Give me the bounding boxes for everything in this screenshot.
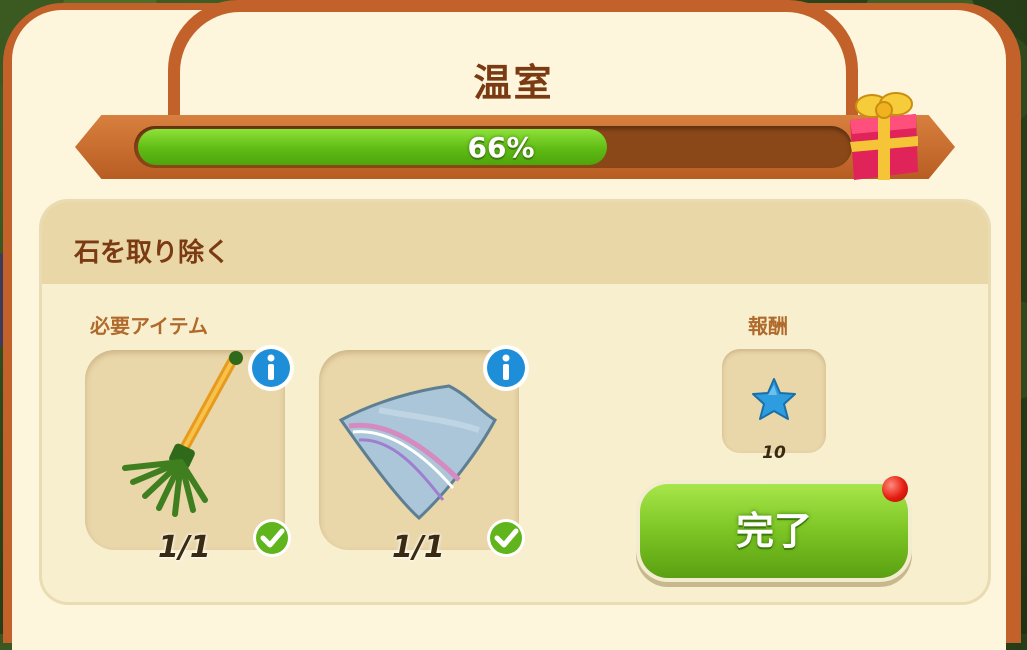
star-icon xyxy=(752,378,796,420)
complete-button[interactable]: 完了 xyxy=(640,484,908,578)
gift-box-icon[interactable] xyxy=(842,84,924,184)
progress-percent: 66% xyxy=(467,131,535,164)
cloth-count: 1/1 xyxy=(392,530,445,565)
check-icon-rake xyxy=(253,519,291,557)
complete-button-label: 完了 xyxy=(735,509,812,553)
reward-label: 報酬 xyxy=(748,314,788,338)
required-items-label: 必要アイテム xyxy=(90,314,208,338)
info-icon-rake[interactable] xyxy=(246,343,296,393)
check-icon-cloth xyxy=(487,519,525,557)
task-title: 石を取り除く xyxy=(74,238,231,268)
rake-count: 1/1 xyxy=(158,530,211,565)
reward-slot xyxy=(722,349,826,453)
info-icon-cloth[interactable] xyxy=(481,343,531,393)
reward-count: 10 xyxy=(762,443,786,463)
notification-dot xyxy=(882,476,908,502)
